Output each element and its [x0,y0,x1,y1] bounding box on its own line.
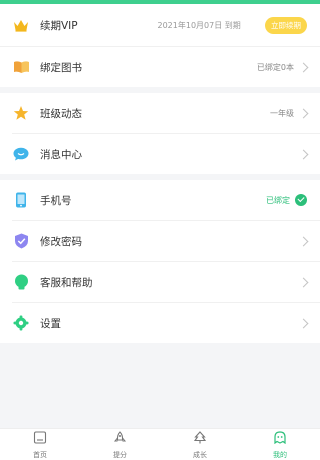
phone-icon [12,191,30,209]
tab-improve[interactable]: 提分 [80,429,160,460]
vip-row[interactable]: 续期VIP 2021年10月07日 到期 立即续期 [0,4,320,46]
bind-book-count: 已绑定0本 [256,62,294,72]
vip-expiry: 2021年10月07日 到期 [157,20,241,30]
help-label: 客服和帮助 [40,276,93,289]
phone-status: 已绑定 [266,195,290,205]
shield-icon [12,232,30,250]
messages-label: 消息中心 [40,148,82,161]
tab-mine[interactable]: 我的 [240,429,320,460]
headset-icon [12,273,30,291]
bind-book-label: 绑定图书 [40,61,82,74]
tab-growth-label: 成长 [193,451,207,459]
rocket-icon [113,429,127,448]
vip-card: 续期VIP 2021年10月07日 到期 立即续期 [0,4,320,46]
password-row[interactable]: 修改密码 [0,221,320,261]
tab-mine-label: 我的 [273,451,287,459]
tab-growth[interactable]: 成长 [160,429,240,460]
book-card: 绑定图书 已绑定0本 [0,47,320,87]
crown-icon [12,16,30,34]
phone-label: 手机号 [40,194,72,207]
tab-improve-label: 提分 [113,451,127,459]
check-circle-icon [295,194,307,206]
tab-home-label: 首页 [33,451,47,459]
messages-row[interactable]: 消息中心 [0,134,320,174]
class-news-label: 班级动态 [40,107,82,120]
chevron-right-icon [298,318,309,328]
settings-label: 设置 [40,317,61,330]
chevron-right-icon [298,236,309,246]
chat-icon [12,145,30,163]
vip-label: 续期VIP [40,19,78,32]
account-card: 手机号 已绑定 修改密码 客服和帮助 设置 [0,180,320,343]
class-grade: 一年级 [270,108,294,118]
tab-home[interactable]: 首页 [0,429,80,460]
chevron-right-icon [298,277,309,287]
help-row[interactable]: 客服和帮助 [0,262,320,302]
tree-icon [193,429,207,448]
book-icon [12,58,30,76]
phone-row[interactable]: 手机号 已绑定 [0,180,320,220]
bottom-tab-bar: 首页 提分 成长 我的 [0,428,320,460]
home-icon [33,429,47,448]
settings-row[interactable]: 设置 [0,303,320,343]
password-label: 修改密码 [40,235,82,248]
chevron-right-icon [298,108,309,118]
star-icon [12,104,30,122]
renew-button[interactable]: 立即续期 [265,16,307,34]
chevron-right-icon [298,62,309,72]
chevron-right-icon [298,149,309,159]
gear-icon [12,314,30,332]
class-card: 班级动态 一年级 消息中心 [0,93,320,174]
user-icon [273,429,287,448]
class-news-row[interactable]: 班级动态 一年级 [0,93,320,133]
bind-book-row[interactable]: 绑定图书 已绑定0本 [0,47,320,87]
